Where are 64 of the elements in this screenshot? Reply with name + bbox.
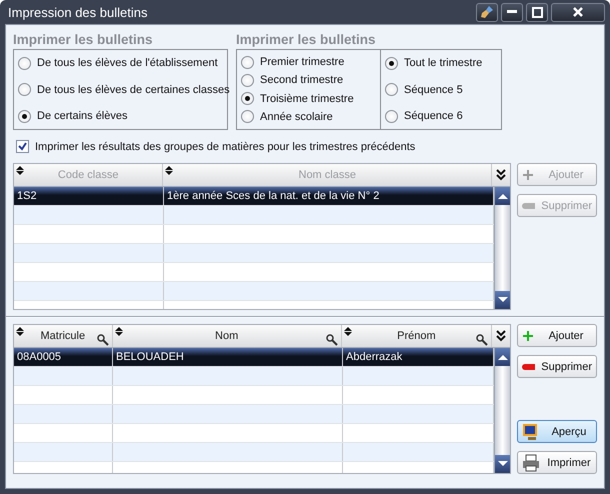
column-header[interactable]: Matricule — [14, 325, 113, 347]
sort-icon — [16, 327, 24, 336]
radio-label[interactable]: De tous les élèves de certaines classes — [37, 84, 230, 96]
brush-icon — [480, 5, 494, 19]
minus-icon — [522, 362, 536, 370]
column-header[interactable]: Prénom — [342, 325, 492, 347]
table-cell: BELOUADEH — [113, 348, 343, 366]
plus-icon — [522, 168, 534, 180]
group-title: Imprimer les bulletins — [236, 31, 377, 49]
print-button[interactable]: Imprimer — [517, 451, 597, 474]
maximize-icon — [532, 6, 542, 18]
down-arrow-icon[interactable] — [498, 461, 508, 467]
radio-label[interactable]: Second trimestre — [260, 74, 344, 86]
up-arrow-icon[interactable] — [498, 193, 508, 199]
checkbox[interactable] — [16, 140, 29, 153]
scrollbar[interactable] — [494, 348, 510, 473]
maximize-button[interactable] — [526, 2, 548, 22]
radio-button[interactable] — [241, 92, 254, 106]
close-icon — [573, 7, 583, 17]
close-button[interactable] — [551, 2, 605, 22]
radio-button[interactable] — [18, 110, 31, 122]
radio-button[interactable] — [241, 110, 254, 124]
radio-label[interactable]: Séquence 6 — [404, 110, 463, 122]
up-arrow-icon[interactable] — [498, 354, 508, 360]
radio-label[interactable]: Séquence 5 — [404, 84, 463, 96]
table-row[interactable]: 1S2 1ère année Sces de la nat. et de la vie N° 2 — [14, 187, 494, 206]
window-title: Impression des bulletins — [8, 4, 148, 20]
table-row[interactable]: 08A0005 BELOUADEH Abderrazak — [14, 348, 494, 367]
radio-button[interactable] — [241, 74, 254, 87]
radio-label[interactable]: Troisième trimestre — [260, 92, 354, 105]
sort-icon — [165, 166, 174, 175]
table-cell: 08A0005 — [14, 348, 113, 366]
radio-label[interactable]: De tous les élèves de l'établissement — [37, 57, 218, 69]
sort-icon — [16, 166, 24, 175]
down-arrow-icon[interactable] — [498, 297, 508, 303]
minus-icon — [522, 202, 536, 210]
column-header[interactable]: Nom — [112, 325, 342, 347]
expand-icon[interactable] — [496, 330, 506, 342]
brush-button[interactable] — [476, 2, 498, 22]
radio-button[interactable] — [18, 83, 31, 96]
sort-icon — [344, 327, 352, 336]
radio-button[interactable] — [385, 83, 398, 96]
radio-label[interactable]: Premier trimestre — [260, 56, 344, 68]
radio-button[interactable] — [18, 56, 31, 70]
radio-label[interactable]: Année scolaire — [260, 110, 333, 123]
checkbox-label[interactable]: Imprimer les résultats des groupes de matières pour les trimestres précédents — [35, 140, 416, 152]
radio-label[interactable]: Tout le trimestre — [404, 57, 482, 69]
radio-label[interactable]: De certains élèves — [37, 110, 128, 122]
minimize-button[interactable] — [501, 2, 523, 22]
radio-button[interactable] — [241, 56, 254, 68]
group-title: Imprimer les bulletins — [13, 31, 154, 49]
printer-icon — [522, 454, 540, 472]
radio-button[interactable] — [385, 110, 398, 122]
remove-button[interactable]: Supprimer — [517, 355, 597, 378]
monitor-icon — [522, 422, 540, 440]
radio-button[interactable] — [385, 56, 398, 70]
expand-icon[interactable] — [496, 169, 506, 181]
table-cell: 1S2 — [14, 187, 164, 205]
plus-icon — [522, 330, 534, 342]
add-button[interactable]: Ajouter — [517, 324, 597, 347]
scrollbar[interactable] — [494, 187, 510, 309]
preview-button[interactable]: Aperçu — [517, 420, 597, 443]
sort-icon — [114, 327, 123, 336]
minimize-icon — [507, 10, 517, 14]
